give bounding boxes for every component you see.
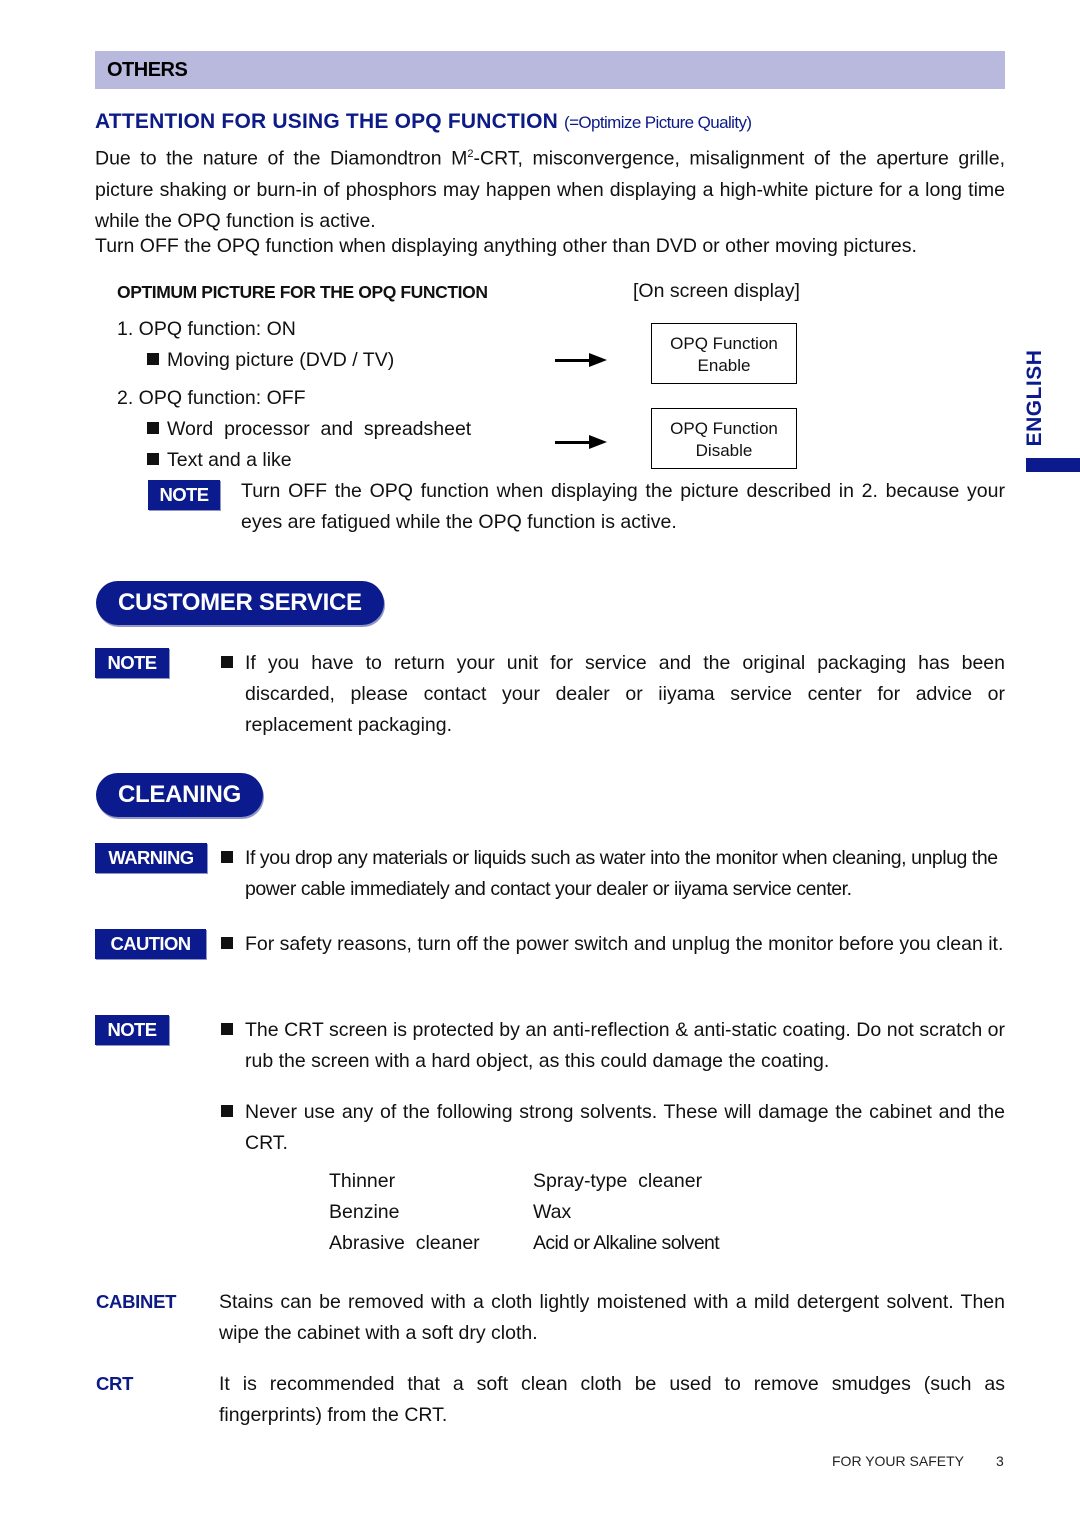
language-tab-bar <box>1026 458 1080 472</box>
attention-subtitle: (=Optimize Picture Quality) <box>564 113 752 132</box>
attention-title: ATTENTION FOR USING THE OPQ FUNCTION <box>95 110 558 133</box>
osd-enable-box: OPQ Function Enable <box>651 323 797 384</box>
cabinet-label: CABINET <box>96 1291 177 1312</box>
cleaning-note-text-1: The CRT screen is protected by an anti-r… <box>245 1019 1005 1072</box>
opq-item-2-bullet-2: Text and a like <box>147 445 292 476</box>
solvent-item: Acid or Alkaline solvent <box>533 1232 720 1254</box>
cleaning-note-text-2: Never use any of the following strong so… <box>245 1101 1005 1154</box>
note-badge: NOTE <box>95 1015 169 1045</box>
osd-disable-box: OPQ Function Disable <box>651 408 797 469</box>
language-tab: ENGLISH <box>1020 340 1050 455</box>
solvent-item: Abrasive cleaner <box>329 1232 480 1254</box>
opq-item-2-bullet-1: Word processor and spreadsheet <box>147 414 471 445</box>
solvent-item: Thinner <box>329 1170 396 1192</box>
arrow-right-icon <box>555 353 607 367</box>
osd-line-1: OPQ Function <box>670 419 778 438</box>
bullet-square-icon <box>221 1097 241 1128</box>
section-header-others: OTHERS <box>95 51 1005 89</box>
opq-item-1-bullet: Moving picture (DVD / TV) <box>147 345 394 376</box>
caution-badge: CAUTION <box>95 929 206 959</box>
section-title: OTHERS <box>107 59 188 81</box>
note-badge: NOTE <box>95 648 169 678</box>
bullet-square-icon <box>221 648 241 679</box>
bullet-text: Text and a like <box>167 449 292 471</box>
attention-paragraph: Due to the nature of the Diamondtron M2-… <box>95 139 1005 237</box>
language-tab-label: ENGLISH <box>1023 349 1046 446</box>
cleaning-heading: CLEANING <box>96 773 263 817</box>
arrow-right-icon <box>555 435 607 449</box>
customer-service-heading: CUSTOMER SERVICE <box>96 581 384 625</box>
bullet-square-icon <box>147 453 159 465</box>
osd-line-2: Disable <box>695 441 753 460</box>
opq-note-text: Turn OFF the OPQ function when displayin… <box>241 480 1005 533</box>
bullet-text: Word processor and spreadsheet <box>167 418 472 440</box>
attention-paragraph-2: Turn OFF the OPQ function when displayin… <box>95 235 917 257</box>
footer-section: FOR YOUR SAFETY <box>832 1453 964 1469</box>
bullet-square-icon <box>221 1015 241 1046</box>
page-number: 3 <box>996 1453 1004 1469</box>
solvent-item: Wax <box>533 1201 572 1223</box>
customer-service-text: If you have to return your unit for serv… <box>245 652 1005 736</box>
caution-text: For safety reasons, turn off the power s… <box>245 933 1004 955</box>
osd-line-1: OPQ Function <box>670 334 778 353</box>
attention-heading: ATTENTION FOR USING THE OPQ FUNCTION (=O… <box>95 110 752 134</box>
bullet-square-icon <box>147 422 159 434</box>
solvent-item: Benzine <box>329 1201 400 1223</box>
attention-text: Due to the nature of the Diamondtron M <box>95 147 468 170</box>
opq-item-2-title: 2. OPQ function: OFF <box>117 387 306 409</box>
bullet-text: Moving picture (DVD / TV) <box>167 349 395 371</box>
note-badge: NOTE <box>148 480 220 510</box>
cabinet-text: Stains can be removed with a cloth light… <box>219 1291 1005 1344</box>
crt-text: It is recommended that a soft clean clot… <box>219 1373 1005 1426</box>
bullet-square-icon <box>147 353 159 365</box>
crt-label: CRT <box>96 1373 134 1394</box>
osd-label: [On screen display] <box>633 280 800 302</box>
solvent-item: Spray-type cleaner <box>533 1170 703 1192</box>
bullet-square-icon <box>221 929 241 960</box>
osd-line-2: Enable <box>697 356 751 375</box>
warning-text: If you drop any materials or liquids suc… <box>245 847 998 900</box>
opq-item-1-title: 1. OPQ function: ON <box>117 318 296 340</box>
warning-badge: WARNING <box>95 843 207 873</box>
optimum-heading: OPTIMUM PICTURE FOR THE OPQ FUNCTION <box>117 282 488 302</box>
bullet-square-icon <box>221 843 241 874</box>
